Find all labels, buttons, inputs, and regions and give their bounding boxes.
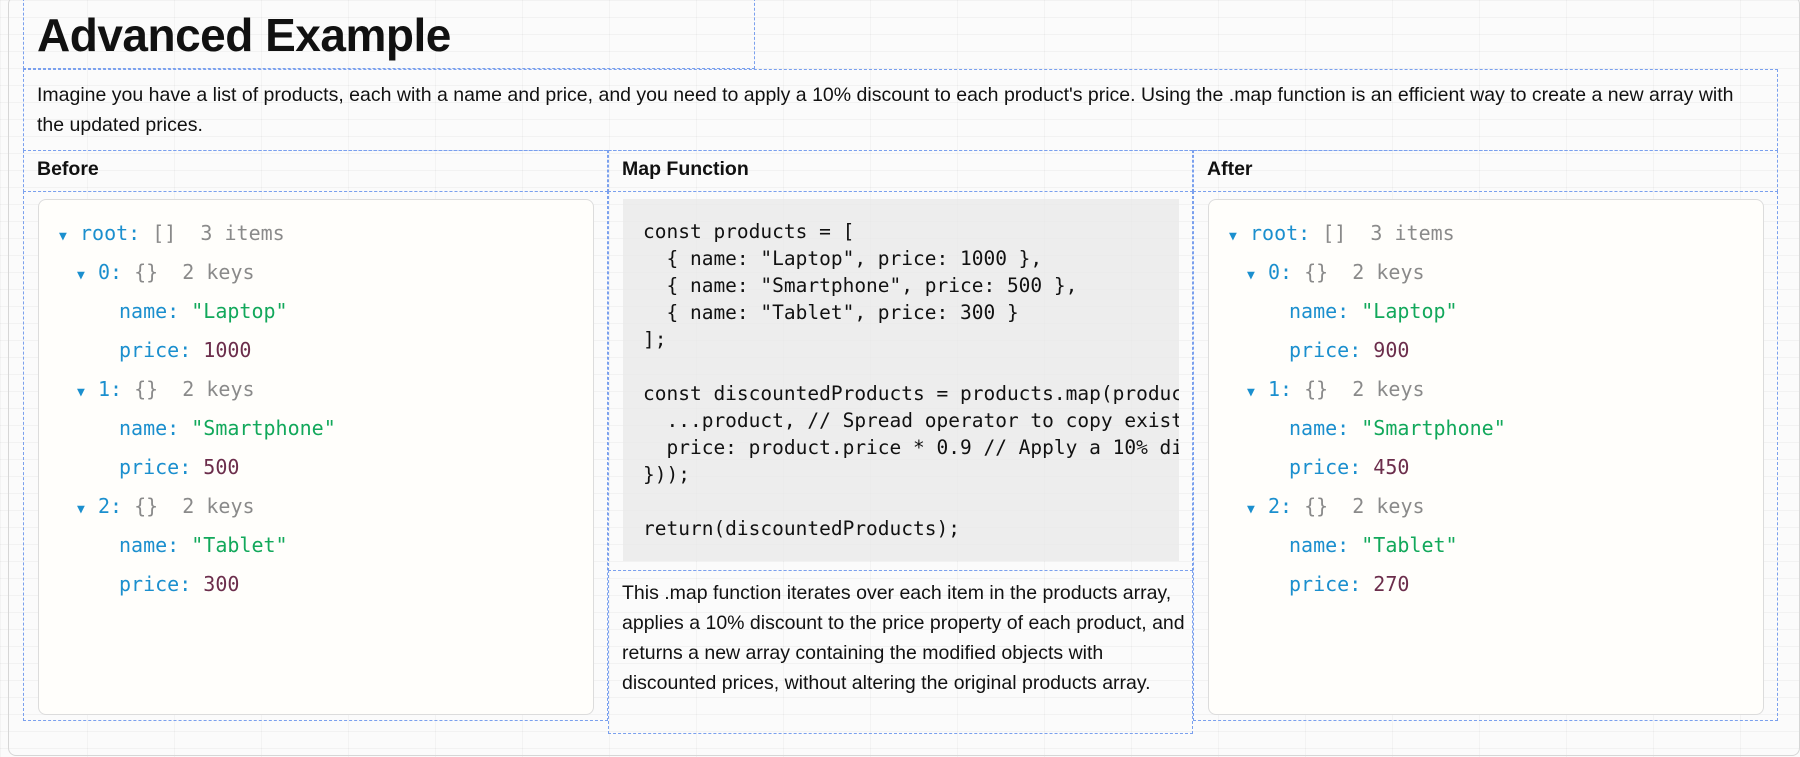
name-field-row: name: "Smartphone" [1229,409,1506,448]
price-field-row: price: 900 [1229,331,1506,370]
name-field-row: name: "Tablet" [1229,526,1506,565]
code-line: { name: "Tablet", price: 300 } [643,301,1019,324]
before-heading: Before [37,158,99,180]
name-key: name: [119,416,180,440]
root-meta: [] 3 items [1322,221,1455,245]
name-value: "Tablet" [1361,533,1458,557]
code-line: return(discountedProducts); [643,517,960,540]
price-key: price: [119,338,192,362]
collapse-caret-icon[interactable]: ▼ [77,373,98,412]
price-key: price: [1289,572,1362,596]
price-key: price: [119,572,192,596]
collapse-caret-icon[interactable]: ▼ [77,256,98,295]
item-meta: {} 2 keys [134,377,255,401]
item-meta: {} 2 keys [1304,260,1425,284]
collapse-caret-icon[interactable]: ▼ [1247,256,1268,295]
item-meta: {} 2 keys [134,494,255,518]
item-meta: {} 2 keys [1304,377,1425,401]
root-meta: [] 3 items [152,221,285,245]
root-key: root: [1250,221,1311,245]
after-header-outline [1193,150,1778,192]
collapse-caret-icon[interactable]: ▼ [1247,373,1268,412]
price-field-row: price: 300 [59,565,336,604]
explanation-text: This .map function iterates over each it… [622,582,1185,694]
name-value: "Laptop" [1361,299,1458,323]
name-key: name: [1289,533,1350,557]
map-function-heading: Map Function [622,158,749,180]
tree-item-row[interactable]: ▼ 1: {} 2 keys [59,370,336,409]
item-index: 0: [98,260,123,284]
code-line: { name: "Smartphone", price: 500 }, [643,274,1078,297]
before-json-viewer: ▼ root: [] 3 items ▼ 0: {} 2 keys name: "L… [38,199,594,715]
price-key: price: [1289,338,1362,362]
name-field-row: name: "Laptop" [1229,292,1506,331]
name-key: name: [1289,299,1350,323]
name-field-row: name: "Laptop" [59,292,336,331]
collapse-caret-icon[interactable]: ▼ [59,217,80,256]
collapse-caret-icon[interactable]: ▼ [1247,490,1268,529]
item-index: 1: [1268,377,1293,401]
code-line: const products = [ [643,220,855,243]
tree-item-row[interactable]: ▼ 1: {} 2 keys [1229,370,1506,409]
price-key: price: [119,455,192,479]
item-index: 0: [1268,260,1293,284]
after-json-viewer: ▼ root: [] 3 items ▼ 0: {} 2 keys name: "L… [1208,199,1764,715]
price-value: 270 [1373,572,1410,596]
price-field-row: price: 450 [1229,448,1506,487]
root-key: root: [80,221,141,245]
price-field-row: price: 500 [59,448,336,487]
before-header-outline [23,150,608,192]
code-line: ...product, // Spread operator to copy e… [666,409,1179,432]
price-value: 500 [203,455,240,479]
name-key: name: [119,533,180,557]
code-line: { name: "Laptop", price: 1000 }, [643,247,1043,270]
name-field-row: name: "Tablet" [59,526,336,565]
name-field-row: name: "Smartphone" [59,409,336,448]
name-value: "Smartphone" [1361,416,1506,440]
code-block: const products = [ { name: "Laptop", pri… [623,199,1179,561]
collapse-caret-icon[interactable]: ▼ [77,490,98,529]
after-heading: After [1207,158,1253,180]
item-index: 2: [1268,494,1293,518]
price-key: price: [1289,455,1362,479]
name-key: name: [1289,416,1350,440]
code-line: const discountedProducts = products.map(… [643,382,1179,405]
code-line: })); [643,463,690,486]
tree-item-row[interactable]: ▼ 2: {} 2 keys [59,487,336,526]
item-index: 1: [98,377,123,401]
price-value: 900 [1373,338,1410,362]
item-meta: {} 2 keys [1304,494,1425,518]
collapse-caret-icon[interactable]: ▼ [1229,217,1250,256]
code-line: ]; [643,328,667,351]
price-value: 1000 [203,338,252,362]
tree-root-row[interactable]: ▼ root: [] 3 items [59,214,336,253]
name-value: "Laptop" [191,299,288,323]
tree-item-row[interactable]: ▼ 0: {} 2 keys [1229,253,1506,292]
item-index: 2: [98,494,123,518]
name-value: "Smartphone" [191,416,336,440]
tree-item-row[interactable]: ▼ 0: {} 2 keys [59,253,336,292]
name-value: "Tablet" [191,533,288,557]
item-meta: {} 2 keys [134,260,255,284]
intro-text: Imagine you have a list of products, eac… [37,84,1734,136]
page-title: Advanced Example [37,9,451,61]
tree-item-row[interactable]: ▼ 2: {} 2 keys [1229,487,1506,526]
price-field-row: price: 270 [1229,565,1506,604]
name-key: name: [119,299,180,323]
price-value: 300 [203,572,240,596]
price-field-row: price: 1000 [59,331,336,370]
code-line: price: product.price * 0.9 // Apply a 10… [666,436,1179,459]
tree-root-row[interactable]: ▼ root: [] 3 items [1229,214,1506,253]
price-value: 450 [1373,455,1410,479]
code-text: const products = [ { name: "Laptop", pri… [643,218,1179,542]
